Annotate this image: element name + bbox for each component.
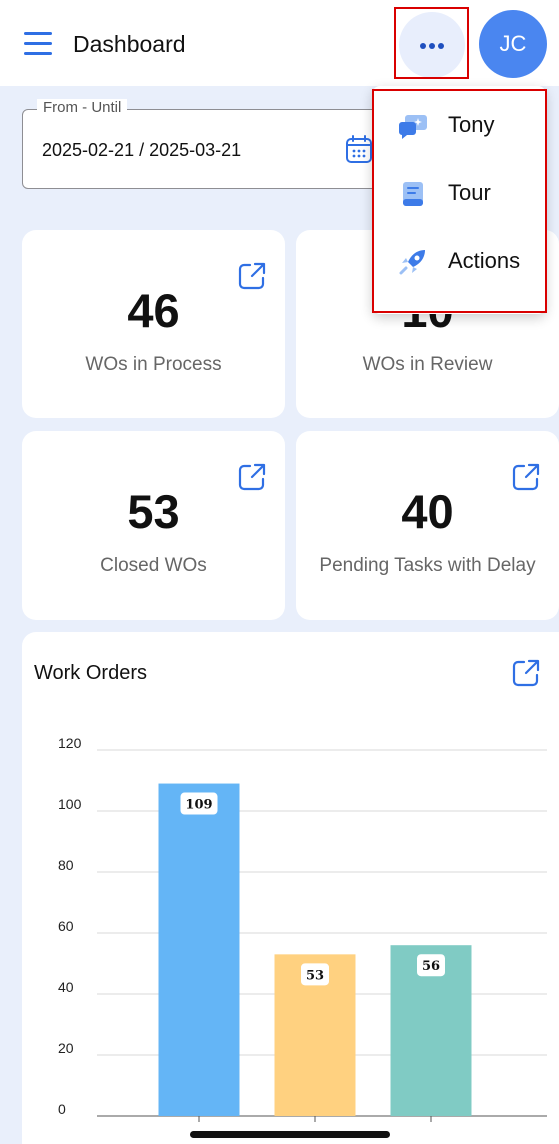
avatar[interactable]: JC (479, 10, 547, 78)
y-tick-label: 100 (58, 796, 82, 812)
page-title: Dashboard (73, 31, 186, 57)
app-bar: Dashboard JC (0, 0, 559, 86)
date-range-field[interactable]: From - Until 2025-02-21 / 2025-03-21 (22, 99, 392, 189)
more-button-highlight (394, 7, 469, 79)
stat-card-pending-tasks[interactable]: 40 Pending Tasks with Delay (296, 431, 559, 620)
data-label: 56 (422, 959, 440, 974)
hamburger-menu-icon[interactable] (24, 32, 52, 56)
stat-card-wos-in-process[interactable]: 46 WOs in Process (22, 230, 285, 418)
stat-value: 53 (127, 485, 180, 538)
y-tick-label: 120 (58, 735, 82, 751)
date-range-value: 2025-02-21 / 2025-03-21 (42, 140, 242, 160)
home-indicator (190, 1131, 390, 1138)
y-tick-label: 80 (58, 857, 74, 873)
y-tick-label: 40 (58, 979, 74, 995)
stat-label: Closed WOs (100, 555, 207, 576)
stat-label: WOs in Process (85, 354, 222, 375)
work-orders-chart: 0 20 40 60 80 100 120 109 53 56 (58, 735, 547, 1122)
menu-highlight (372, 89, 547, 313)
calendar-icon[interactable] (345, 134, 373, 164)
stat-value: 46 (127, 284, 180, 337)
stat-card-closed-wos[interactable]: 53 Closed WOs (22, 431, 285, 620)
stat-label: WOs in Review (362, 354, 493, 375)
stat-value: 40 (401, 485, 454, 538)
stat-label: Pending Tasks with Delay (319, 555, 536, 576)
y-tick-label: 60 (58, 918, 74, 934)
work-orders-card: Work Orders 0 20 40 60 80 100 120 109 53 56 (22, 632, 559, 1144)
data-label: 109 (185, 798, 212, 813)
y-tick-label: 0 (58, 1101, 66, 1117)
y-tick-label: 20 (58, 1040, 74, 1056)
date-range-label: From - Until (37, 99, 128, 116)
bar (158, 783, 240, 1116)
data-label: 53 (306, 968, 324, 983)
